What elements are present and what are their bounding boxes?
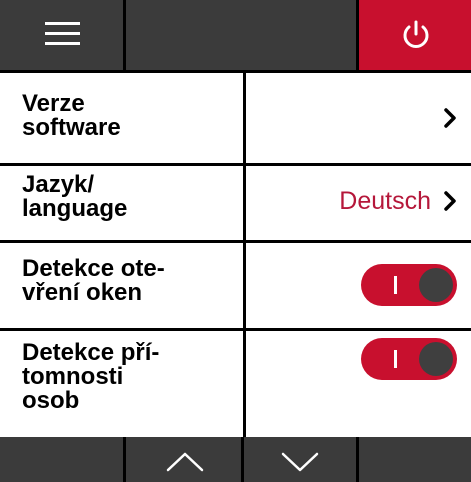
setting-row-language[interactable]: Jazyk/ language Deutsch	[0, 166, 471, 240]
scroll-down-button[interactable]	[244, 437, 356, 482]
settings-screen: Verze software Jazyk/ language Deutsch D…	[0, 0, 471, 482]
power-icon	[403, 20, 429, 48]
setting-row-presence-detection: Detekce pří- tomnosti osob	[0, 331, 471, 437]
setting-row-window-detection: Detekce ote- vření oken	[0, 243, 471, 328]
setting-label: Verze software	[22, 90, 121, 141]
language-value: Deutsch	[339, 187, 431, 215]
setting-label: Detekce pří- tomnosti osob	[22, 339, 160, 414]
bottom-bar-spacer	[359, 437, 471, 482]
chevron-down-icon	[281, 452, 319, 472]
bottom-bar-spacer	[0, 437, 123, 482]
toggle-on-indicator	[394, 350, 397, 368]
setting-label: Jazyk/ language	[22, 171, 128, 222]
setting-value	[246, 73, 471, 163]
top-bar	[0, 0, 471, 72]
chevron-right-icon	[444, 191, 456, 211]
toggle-knob	[419, 342, 453, 376]
scroll-up-button[interactable]	[126, 437, 241, 482]
chevron-up-icon	[166, 452, 204, 472]
hamburger-menu-icon	[45, 22, 80, 46]
setting-value	[246, 331, 471, 437]
chevron-right-icon	[444, 108, 456, 128]
setting-value	[246, 243, 471, 328]
toggle-knob	[419, 268, 453, 302]
toggle-on-indicator	[394, 276, 397, 294]
presence-detection-toggle[interactable]	[361, 338, 457, 380]
setting-label: Detekce ote- vření oken	[22, 255, 165, 306]
power-button[interactable]	[359, 0, 471, 70]
menu-button[interactable]	[0, 0, 123, 70]
top-bar-spacer	[126, 0, 356, 70]
bottom-bar	[0, 437, 471, 482]
window-detection-toggle[interactable]	[361, 264, 457, 306]
setting-row-software-version[interactable]: Verze software	[0, 73, 471, 163]
setting-value: Deutsch	[246, 166, 471, 240]
